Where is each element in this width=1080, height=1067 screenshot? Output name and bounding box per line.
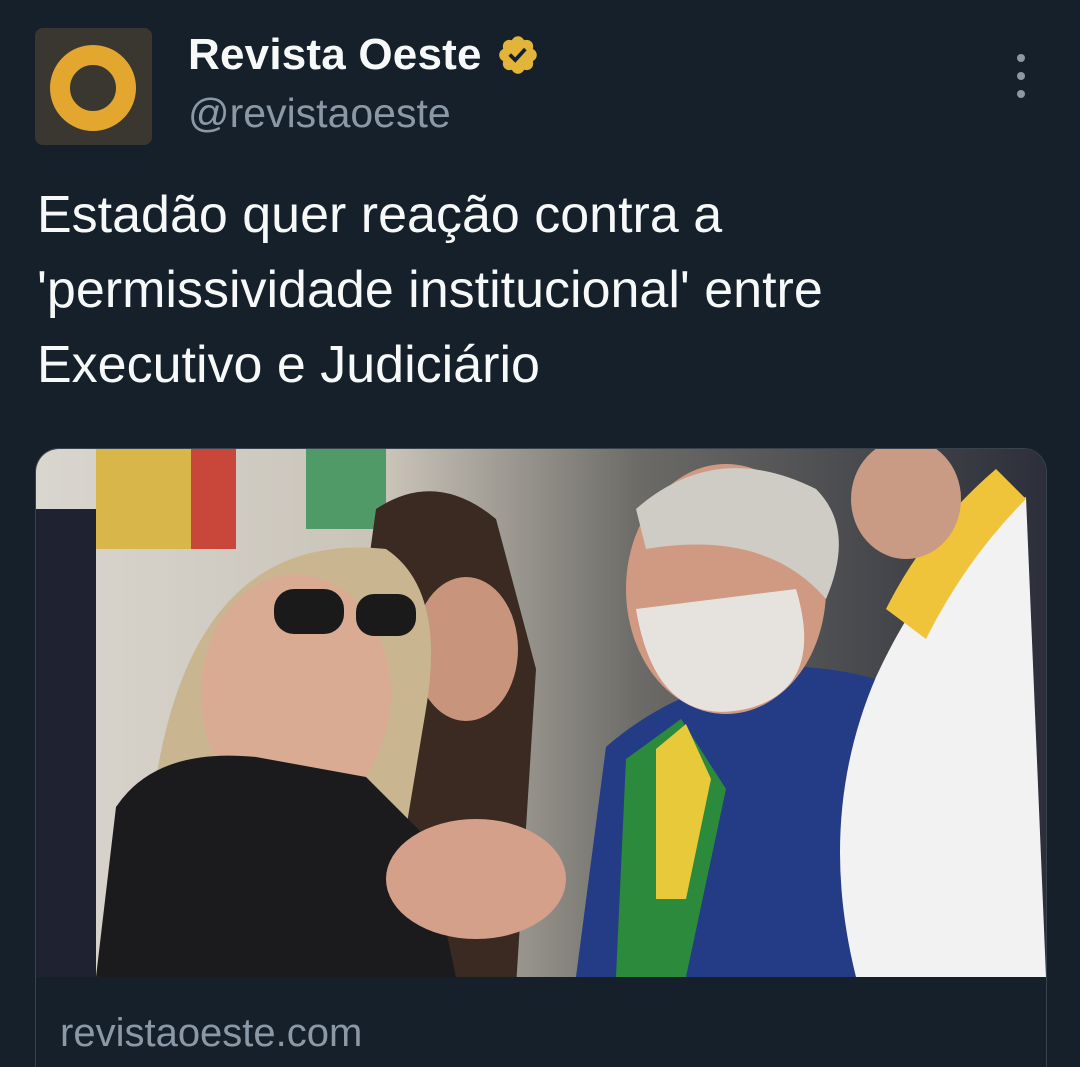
avatar[interactable] <box>35 28 152 145</box>
tweet-text: Estadão quer reação contra a 'permissivi… <box>37 186 823 394</box>
card-image[interactable] <box>36 449 1046 977</box>
account-name-row: Revista Oeste <box>188 28 540 82</box>
tweet[interactable]: Revista Oeste @revistaoeste Estadão quer… <box>0 0 1080 1067</box>
verified-badge-icon <box>498 36 537 74</box>
link-card[interactable]: revistaoeste.com <box>35 448 1047 1067</box>
display-name[interactable]: Revista Oeste <box>188 30 482 80</box>
more-options-icon[interactable] <box>1006 54 1036 98</box>
card-domain[interactable]: revistaoeste.com <box>60 1011 362 1056</box>
account-handle[interactable]: @revistaoeste <box>188 90 451 137</box>
revista-oeste-logo-icon <box>35 28 152 145</box>
